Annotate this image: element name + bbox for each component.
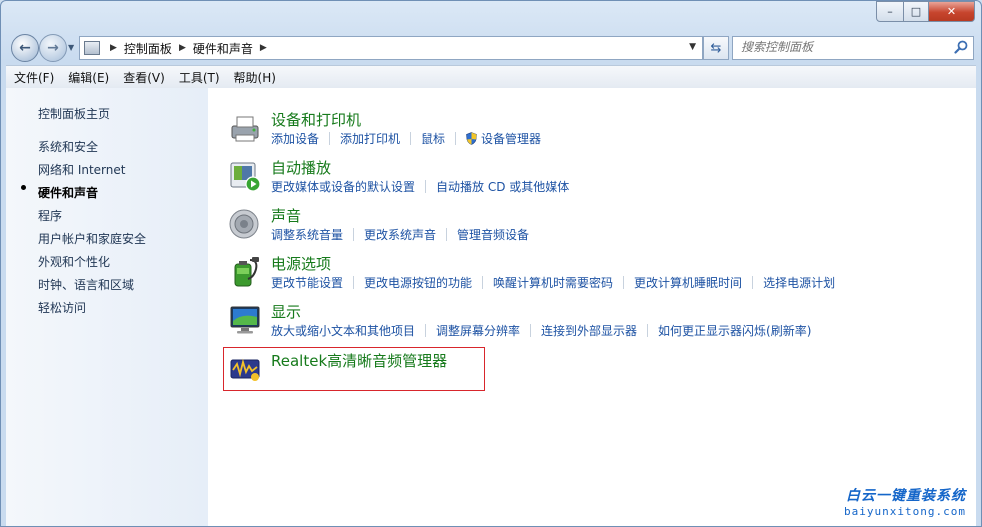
menu-file[interactable]: 文件(F): [6, 69, 60, 86]
link-power-button-function[interactable]: 更改电源按钮的功能: [364, 274, 472, 291]
link-change-system-sounds[interactable]: 更改系统声音: [364, 226, 436, 243]
breadcrumb-control-panel[interactable]: 控制面板: [124, 40, 172, 57]
link-refresh-rate[interactable]: 如何更正显示器闪烁(刷新率): [658, 322, 811, 339]
control-panel-icon: [84, 41, 100, 55]
uac-shield-icon: [466, 132, 477, 145]
sidebar-item-appearance[interactable]: 外观和个性化: [38, 253, 110, 270]
watermark-url: baiyunxitong.com: [844, 505, 966, 518]
link-change-power-saving[interactable]: 更改节能设置: [271, 274, 343, 291]
watermark: 白云一键重装系统 baiyunxitong.com: [844, 485, 966, 518]
address-bar[interactable]: ▶ 控制面板 ▶ 硬件和声音 ▶ ▼: [79, 36, 703, 60]
link-divider: [530, 324, 532, 337]
speaker-icon[interactable]: [228, 207, 262, 241]
highlight-box: [223, 347, 485, 391]
category-title[interactable]: 显示: [271, 301, 301, 322]
minimize-button[interactable]: –: [876, 1, 904, 22]
category-title[interactable]: 电源选项: [271, 253, 331, 274]
arrow-right-icon: →: [47, 40, 59, 56]
sidebar-item-user-accounts[interactable]: 用户帐户和家庭安全: [38, 230, 146, 247]
category-links: 更改节能设置 更改电源按钮的功能 唤醒计算机时需要密码 更改计算机睡眠时间 选择…: [271, 274, 835, 291]
link-divider: [353, 276, 355, 289]
link-divider: [647, 324, 649, 337]
autoplay-icon[interactable]: [228, 159, 262, 193]
sidebar-item-clock-language[interactable]: 时钟、语言和区域: [38, 276, 134, 293]
link-sleep-time[interactable]: 更改计算机睡眠时间: [634, 274, 742, 291]
link-adjust-volume[interactable]: 调整系统音量: [271, 226, 343, 243]
address-dropdown-button[interactable]: ▼: [689, 42, 696, 52]
link-add-printer[interactable]: 添加打印机: [340, 130, 400, 147]
link-divider: [623, 276, 625, 289]
link-manage-audio-devices[interactable]: 管理音频设备: [457, 226, 529, 243]
menu-edit[interactable]: 编辑(E): [60, 69, 115, 86]
battery-icon[interactable]: [228, 255, 262, 289]
sidebar-item-system-security[interactable]: 系统和安全: [38, 138, 98, 155]
category-links: 添加设备 添加打印机 鼠标 设备管理器: [271, 130, 541, 147]
category-links: 更改媒体或设备的默认设置 自动播放 CD 或其他媒体: [271, 178, 569, 195]
category-links: 放大或缩小文本和其他项目 调整屏幕分辨率 连接到外部显示器 如何更正显示器闪烁(…: [271, 322, 811, 339]
link-divider: [425, 180, 427, 193]
control-panel-window: – □ ✕ ← → ▼ ▶ 控制面板 ▶ 硬件和声音 ▶ ▼ ⇆ 文件(F) 编…: [0, 0, 982, 527]
category-title[interactable]: 自动播放: [271, 157, 331, 178]
category-title[interactable]: 声音: [271, 205, 301, 226]
menu-view[interactable]: 查看(V): [115, 69, 171, 86]
breadcrumb-hardware-sound[interactable]: 硬件和声音: [193, 40, 253, 57]
link-divider: [455, 132, 457, 145]
link-divider: [482, 276, 484, 289]
sidebar: 控制面板主页 系统和安全 网络和 Internet 硬件和声音 程序 用户帐户和…: [6, 88, 208, 526]
sidebar-item-programs[interactable]: 程序: [38, 207, 62, 224]
forward-button[interactable]: →: [39, 34, 67, 62]
link-divider: [446, 228, 448, 241]
link-autoplay-cd[interactable]: 自动播放 CD 或其他媒体: [436, 178, 569, 195]
category-title[interactable]: 设备和打印机: [271, 109, 361, 130]
menu-tools[interactable]: 工具(T): [171, 69, 226, 86]
main-panel: 设备和打印机 添加设备 添加打印机 鼠标 设备管理器 自动播放 更改媒体或设备的…: [208, 88, 976, 526]
link-divider: [752, 276, 754, 289]
link-mouse[interactable]: 鼠标: [421, 130, 445, 147]
search-icon[interactable]: [954, 40, 968, 54]
refresh-button[interactable]: ⇆: [703, 36, 729, 60]
navigation-bar: ← → ▼ ▶ 控制面板 ▶ 硬件和声音 ▶ ▼ ⇆: [1, 31, 981, 63]
link-divider: [329, 132, 331, 145]
menu-bar: 文件(F) 编辑(E) 查看(V) 工具(T) 帮助(H): [6, 65, 976, 89]
link-screen-resolution[interactable]: 调整屏幕分辨率: [436, 322, 520, 339]
refresh-icon: ⇆: [710, 40, 722, 56]
chevron-right-icon[interactable]: ▶: [179, 43, 186, 53]
search-input[interactable]: [733, 37, 941, 57]
arrow-left-icon: ←: [19, 40, 31, 56]
link-wake-password[interactable]: 唤醒计算机时需要密码: [493, 274, 613, 291]
close-button[interactable]: ✕: [929, 1, 975, 22]
caption-buttons: – □ ✕: [876, 1, 975, 22]
category-links: 调整系统音量 更改系统声音 管理音频设备: [271, 226, 529, 243]
link-change-media-defaults[interactable]: 更改媒体或设备的默认设置: [271, 178, 415, 195]
chevron-right-icon[interactable]: ▶: [110, 43, 117, 53]
sidebar-item-network[interactable]: 网络和 Internet: [38, 161, 125, 178]
link-divider: [410, 132, 412, 145]
maximize-button[interactable]: □: [904, 1, 929, 22]
recent-pages-dropdown[interactable]: ▼: [68, 43, 74, 52]
content-area: 控制面板主页 系统和安全 网络和 Internet 硬件和声音 程序 用户帐户和…: [6, 88, 976, 526]
link-text-size[interactable]: 放大或缩小文本和其他项目: [271, 322, 415, 339]
link-divider: [353, 228, 355, 241]
monitor-icon[interactable]: [228, 303, 262, 337]
sidebar-item-hardware-sound: 硬件和声音: [38, 186, 99, 200]
menu-help[interactable]: 帮助(H): [226, 69, 282, 86]
search-box[interactable]: [732, 36, 974, 60]
sidebar-item-ease-of-access[interactable]: 轻松访问: [38, 299, 86, 316]
current-page-bullet: [21, 185, 26, 190]
link-divider: [425, 324, 427, 337]
link-choose-power-plan[interactable]: 选择电源计划: [763, 274, 835, 291]
link-add-device[interactable]: 添加设备: [271, 130, 319, 147]
chevron-right-icon[interactable]: ▶: [260, 43, 267, 53]
sidebar-item-home[interactable]: 控制面板主页: [38, 105, 110, 122]
back-button[interactable]: ←: [11, 34, 39, 62]
link-external-display[interactable]: 连接到外部显示器: [541, 322, 637, 339]
link-device-manager[interactable]: 设备管理器: [481, 130, 541, 147]
watermark-name: 白云一键重装系统: [846, 488, 966, 504]
printer-icon[interactable]: [228, 111, 262, 145]
